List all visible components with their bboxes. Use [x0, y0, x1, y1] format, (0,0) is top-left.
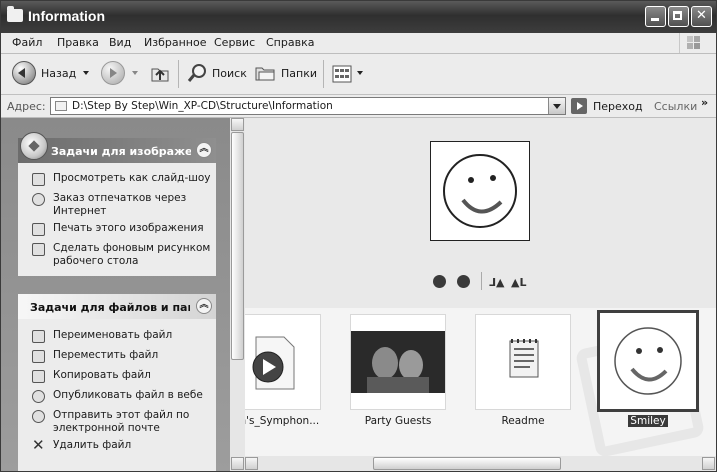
file-thumbnail-document[interactable]	[475, 314, 571, 410]
file-label-selected[interactable]: Smiley	[593, 415, 703, 427]
next-image-icon[interactable]	[457, 275, 470, 288]
globe-icon	[32, 193, 45, 206]
forward-dropdown-icon[interactable]	[132, 71, 138, 75]
smiley-thumbnail	[614, 327, 682, 395]
folder-up-icon[interactable]	[149, 62, 171, 84]
file-label[interactable]: ven's_Symphon...	[245, 415, 328, 427]
menu-file[interactable]: Файл	[12, 36, 42, 49]
menu-bar: Файл Правка Вид Избранное Сервис Справка	[1, 33, 716, 54]
scroll-down-icon[interactable]	[231, 457, 244, 470]
explorer-window: Information ✕ Файл Правка Вид Избранное …	[0, 0, 717, 472]
file-label[interactable]: Party Guests	[343, 415, 453, 427]
image-tasks-panel: Задачи для изображений ︽ Просмотреть как…	[18, 132, 216, 276]
links-chevron-icon[interactable]: »	[701, 96, 708, 109]
horizontal-scrollbar[interactable]	[245, 456, 716, 471]
file-view: ⅃▲ ▲L ven's_Symphon...	[245, 118, 716, 471]
scroll-up-icon[interactable]	[231, 118, 244, 131]
file-thumbnail-media[interactable]	[245, 314, 321, 410]
menu-view[interactable]: Вид	[109, 36, 131, 49]
file-thumbnail-smiley[interactable]	[597, 310, 699, 412]
move-icon	[32, 350, 45, 363]
photo-thumbnail	[351, 331, 445, 393]
task-pane: Задачи для изображений ︽ Просмотреть как…	[1, 118, 230, 471]
menu-help[interactable]: Справка	[266, 36, 314, 49]
collapse-icon[interactable]: ︽	[196, 142, 212, 158]
close-button[interactable]: ✕	[691, 6, 712, 27]
media-file-icon	[252, 336, 295, 390]
globe-icon	[32, 390, 45, 403]
links-label[interactable]: Ссылки	[654, 100, 697, 113]
printer-icon	[32, 223, 45, 236]
go-arrow-icon[interactable]	[571, 98, 587, 114]
go-button[interactable]: Переход	[593, 100, 643, 113]
file-tasks-header[interactable]: Задачи для файлов и папок ︽	[18, 294, 216, 319]
file-thumbnail-photo[interactable]	[350, 314, 446, 410]
menu-edit[interactable]: Правка	[57, 36, 99, 49]
preview-area: ⅃▲ ▲L	[245, 118, 716, 308]
back-dropdown-icon[interactable]	[83, 71, 89, 75]
image-tasks-header[interactable]: Задачи для изображений ︽	[18, 132, 216, 163]
scroll-left-icon[interactable]	[245, 457, 258, 470]
address-label: Адрес:	[7, 100, 46, 113]
toolbar: Назад Поиск Папки	[1, 54, 716, 95]
folder-icon	[7, 6, 23, 22]
address-dropdown-icon[interactable]	[548, 98, 565, 114]
slideshow-icon	[32, 173, 45, 186]
image-tasks-icon	[20, 132, 48, 160]
delete-x-icon: ✕	[32, 436, 45, 454]
preview-image[interactable]	[430, 141, 530, 241]
views-dropdown-icon[interactable]	[357, 71, 363, 75]
image-tasks-title: Задачи для изображений	[51, 145, 191, 158]
menu-tools[interactable]: Сервис	[214, 36, 255, 49]
rename-icon	[32, 330, 45, 343]
scroll-right-icon[interactable]	[702, 457, 715, 470]
copy-icon	[32, 370, 45, 383]
menu-favorites[interactable]: Избранное	[144, 36, 206, 49]
windows-logo-icon	[679, 33, 706, 53]
maximize-button[interactable]	[668, 6, 689, 27]
email-icon	[32, 410, 45, 423]
smiley-image	[443, 154, 517, 228]
rotate-clockwise-icon[interactable]: ⅃▲	[489, 276, 504, 289]
back-arrow-icon[interactable]	[12, 61, 36, 85]
file-label[interactable]: Readme	[468, 415, 578, 427]
task-pane-scrollbar[interactable]	[230, 118, 245, 471]
back-button-label[interactable]: Назад	[41, 67, 76, 80]
rotate-counterclockwise-icon[interactable]: ▲L	[511, 276, 526, 289]
scroll-thumb[interactable]	[231, 132, 244, 360]
address-value[interactable]: D:\Step By Step\Win_XP-CD\Structure\Info…	[72, 100, 333, 112]
minimize-button[interactable]	[645, 6, 666, 27]
desktop-icon	[32, 243, 45, 256]
address-input[interactable]: D:\Step By Step\Win_XP-CD\Structure\Info…	[50, 97, 566, 115]
title-bar[interactable]: Information ✕	[1, 1, 716, 33]
file-tasks-title: Задачи для файлов и папок	[30, 301, 190, 314]
filmstrip: ven's_Symphon... Party Guests Readme	[245, 308, 716, 459]
file-tasks-panel: Задачи для файлов и папок ︽ Переименоват…	[18, 294, 216, 471]
folder-icon	[55, 101, 67, 111]
views-icon[interactable]	[332, 64, 356, 84]
folders-button-label[interactable]: Папки	[281, 67, 317, 80]
search-button-label[interactable]: Поиск	[212, 67, 247, 80]
previous-image-icon[interactable]	[433, 275, 446, 288]
forward-arrow-icon[interactable]	[101, 61, 125, 85]
address-bar: Адрес: D:\Step By Step\Win_XP-CD\Structu…	[1, 95, 716, 118]
folders-icon[interactable]	[254, 64, 276, 82]
collapse-icon[interactable]: ︽	[196, 298, 212, 314]
scroll-thumb[interactable]	[373, 457, 561, 470]
window-title: Information	[28, 8, 105, 24]
notepad-icon	[509, 339, 539, 378]
search-icon[interactable]	[187, 62, 209, 84]
